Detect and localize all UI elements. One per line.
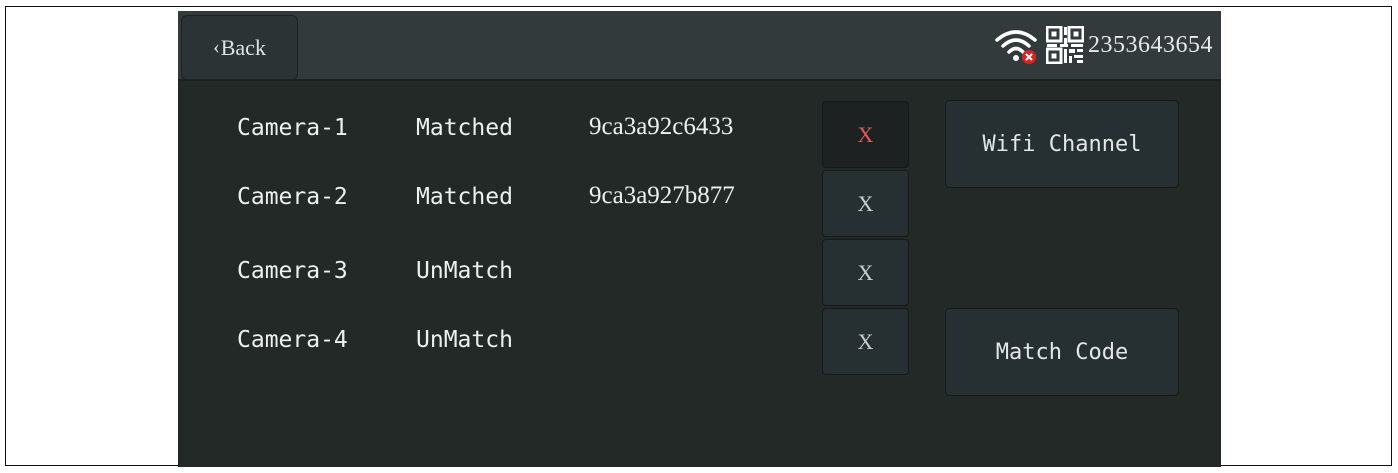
match-code-label: Match Code [995,339,1129,365]
camera-3-remove-button[interactable]: X [822,239,909,306]
camera-1-name: Camera-1 [237,115,348,141]
camera-2-id: 9ca3a927b877 [589,182,735,209]
camera-1-remove-button[interactable]: X [822,101,909,168]
remove-label: X [857,190,874,216]
camera-2-name: Camera-2 [237,184,348,210]
wifi-channel-button[interactable]: Wifi Channel [945,100,1179,188]
camera-1-id: 9ca3a92c6433 [589,113,734,140]
camera-2-remove-button[interactable]: X [822,170,909,237]
status-area: 2353643654 [994,21,1213,69]
camera-3-name: Camera-3 [237,258,348,284]
camera-1-status: Matched [416,115,513,141]
remove-label: X [857,259,874,285]
wifi-disconnected-icon [995,30,1037,64]
camera-2-status: Matched [416,184,513,210]
camera-4-name: Camera-4 [237,327,348,353]
remove-label: X [857,328,874,354]
camera-match-screen: ‹ Back 2353643654 Camera-1 Matched 9ca3a… [178,11,1221,467]
chevron-left-icon: ‹ [213,36,220,58]
wifi-channel-label: Wifi Channel [982,131,1142,157]
camera-4-remove-button[interactable]: X [822,308,909,375]
top-bar: ‹ Back 2353643654 [178,11,1221,81]
camera-4-status: UnMatch [416,327,513,353]
back-label: Back [220,34,266,60]
back-button[interactable]: ‹ Back [181,15,298,80]
match-code-button[interactable]: Match Code [945,308,1179,396]
qr-code-icon [1046,26,1084,64]
camera-3-status: UnMatch [416,258,513,284]
device-id: 2353643654 [1088,31,1213,58]
remove-label: X [857,121,874,147]
